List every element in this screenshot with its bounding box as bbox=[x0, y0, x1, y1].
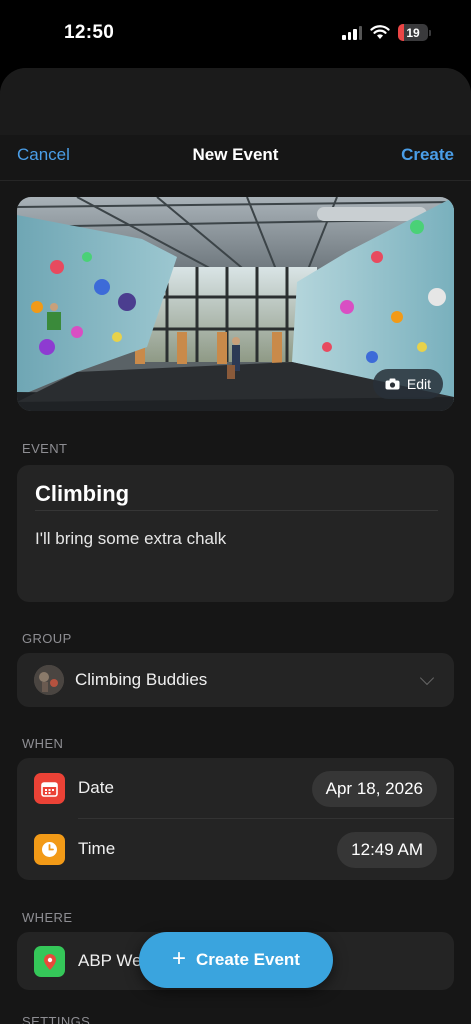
cellular-signal-icon bbox=[342, 25, 362, 40]
status-bar: 12:50 19 bbox=[0, 0, 471, 68]
when-card: Date Apr 18, 2026 Time 12:49 AM bbox=[17, 758, 454, 880]
date-picker[interactable]: Apr 18, 2026 bbox=[311, 771, 437, 807]
event-cover-image[interactable]: Edit bbox=[17, 197, 454, 411]
event-card: Climbing I'll bring some extra chalk bbox=[17, 465, 454, 602]
status-icons: 19 bbox=[342, 24, 431, 41]
clock-icon bbox=[34, 834, 65, 865]
chevron-down-icon bbox=[419, 670, 435, 686]
group-section-label: GROUP bbox=[22, 631, 72, 646]
group-selector[interactable]: Climbing Buddies bbox=[17, 653, 454, 707]
date-label: Date bbox=[78, 778, 114, 797]
time-picker[interactable]: 12:49 AM bbox=[337, 832, 437, 868]
new-event-sheet: Cancel New Event Create Edit EVENT Climb… bbox=[0, 68, 471, 1024]
sheet-grabber-area bbox=[0, 68, 471, 135]
when-section-label: WHEN bbox=[22, 736, 64, 751]
status-time: 12:50 bbox=[64, 22, 115, 43]
event-title-input[interactable]: Climbing bbox=[35, 481, 129, 507]
battery-icon: 19 bbox=[398, 24, 431, 41]
divider bbox=[35, 510, 438, 511]
location-text: ABP We bbox=[78, 951, 142, 970]
create-button[interactable]: Create bbox=[401, 145, 454, 165]
edit-photo-button[interactable]: Edit bbox=[372, 369, 443, 399]
create-event-button[interactable]: + Create Event bbox=[139, 932, 333, 988]
group-name: Climbing Buddies bbox=[75, 670, 208, 689]
plus-icon: + bbox=[172, 945, 187, 972]
time-row[interactable]: Time 12:49 AM bbox=[17, 819, 454, 880]
edit-photo-label: Edit bbox=[406, 376, 431, 392]
map-pin-icon bbox=[34, 946, 65, 977]
where-section-label: WHERE bbox=[22, 910, 73, 925]
time-label: Time bbox=[78, 839, 116, 858]
nav-bar: Cancel New Event Create bbox=[0, 135, 471, 181]
event-section-label: EVENT bbox=[22, 441, 68, 456]
battery-fill bbox=[398, 24, 404, 41]
camera-icon bbox=[385, 378, 400, 390]
event-description-input[interactable]: I'll bring some extra chalk bbox=[35, 529, 226, 549]
create-event-label: Create Event bbox=[196, 950, 300, 969]
settings-section-label: SETTINGS bbox=[22, 1014, 91, 1024]
calendar-icon bbox=[34, 773, 65, 804]
battery-level: 19 bbox=[406, 25, 420, 40]
date-row[interactable]: Date Apr 18, 2026 bbox=[17, 758, 454, 819]
group-avatar bbox=[34, 665, 64, 695]
wifi-icon bbox=[370, 25, 390, 39]
